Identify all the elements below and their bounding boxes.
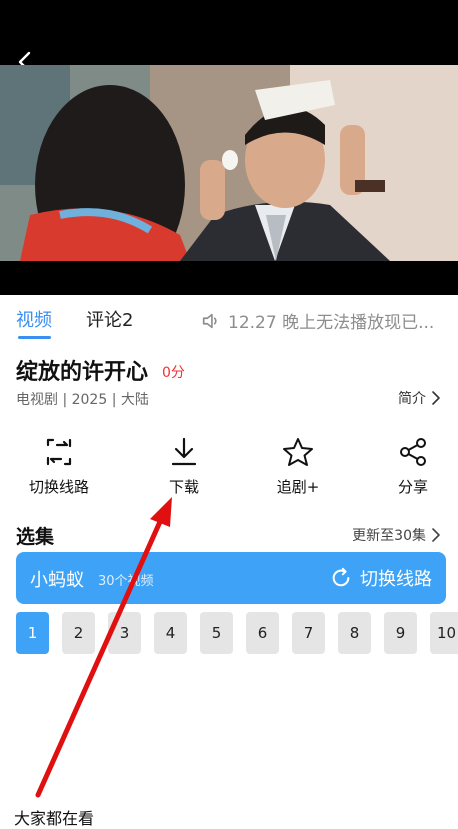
switch-route-icon	[46, 438, 72, 466]
share-button[interactable]: 分享	[368, 436, 458, 497]
intro-button[interactable]: 简介	[398, 388, 442, 408]
tab-comments[interactable]: 评论2	[86, 306, 133, 332]
tab-video[interactable]: 视频	[16, 306, 52, 332]
source-bar[interactable]: 小蚂蚁 30个视频 切换线路	[16, 552, 446, 604]
episode-3-button[interactable]: 3	[108, 612, 141, 654]
active-tab-indicator	[18, 336, 51, 339]
star-icon	[283, 438, 313, 466]
episode-1-button[interactable]: 1	[16, 612, 49, 654]
chevron-right-icon	[432, 528, 440, 542]
notice-marquee[interactable]: 12.27 晚上无法播放现已...	[200, 308, 455, 333]
video-still-image	[0, 65, 458, 261]
episode-2-button[interactable]: 2	[62, 612, 95, 654]
update-status-button[interactable]: 更新至30集	[352, 525, 442, 545]
episodes-section-title: 选集	[16, 526, 55, 548]
action-row: 切换线路 下载 追剧+ 分享	[0, 436, 458, 500]
video-frame[interactable]	[0, 65, 458, 261]
show-score: 0分	[162, 365, 185, 381]
episode-10-button[interactable]: 10	[430, 612, 458, 654]
switch-route-button[interactable]: 切换线路	[14, 436, 104, 497]
follow-series-button[interactable]: 追剧+	[253, 436, 343, 497]
follow-series-label: 追剧+	[276, 478, 320, 496]
intro-label: 简介	[398, 391, 426, 407]
download-label: 下载	[168, 478, 199, 496]
notice-text: 12.27 晚上无法播放现已...	[228, 313, 435, 333]
update-status-text: 更新至30集	[352, 528, 426, 544]
episode-8-button[interactable]: 8	[338, 612, 371, 654]
speaker-icon	[202, 313, 217, 328]
share-label: 分享	[397, 478, 428, 496]
video-player[interactable]	[0, 0, 458, 295]
switch-source-label: 切换线路	[360, 569, 432, 590]
share-icon	[400, 438, 426, 466]
show-meta: 电视剧 | 2025 | 大陆	[16, 392, 149, 408]
episode-4-button[interactable]: 4	[154, 612, 187, 654]
chevron-right-icon	[432, 391, 440, 405]
show-title: 绽放的许开心	[16, 360, 149, 385]
episode-5-button[interactable]: 5	[200, 612, 233, 654]
switch-source-button[interactable]: 切换线路	[330, 565, 432, 591]
switch-route-label: 切换线路	[28, 478, 89, 496]
download-icon	[171, 437, 197, 466]
source-name: 小蚂蚁	[30, 570, 84, 591]
refresh-icon	[332, 567, 350, 587]
tab-bar: 视频 评论2 12.27 晚上无法播放现已...	[0, 296, 458, 342]
bottom-section-title: 大家都在看	[14, 809, 95, 828]
episode-6-button[interactable]: 6	[246, 612, 279, 654]
source-count: 30个视频	[98, 574, 154, 589]
download-button[interactable]: 下载	[139, 436, 229, 497]
episode-list: 1 2 3 4 5 6 7 8 9 10	[16, 612, 458, 656]
episode-7-button[interactable]: 7	[292, 612, 325, 654]
episode-9-button[interactable]: 9	[384, 612, 417, 654]
